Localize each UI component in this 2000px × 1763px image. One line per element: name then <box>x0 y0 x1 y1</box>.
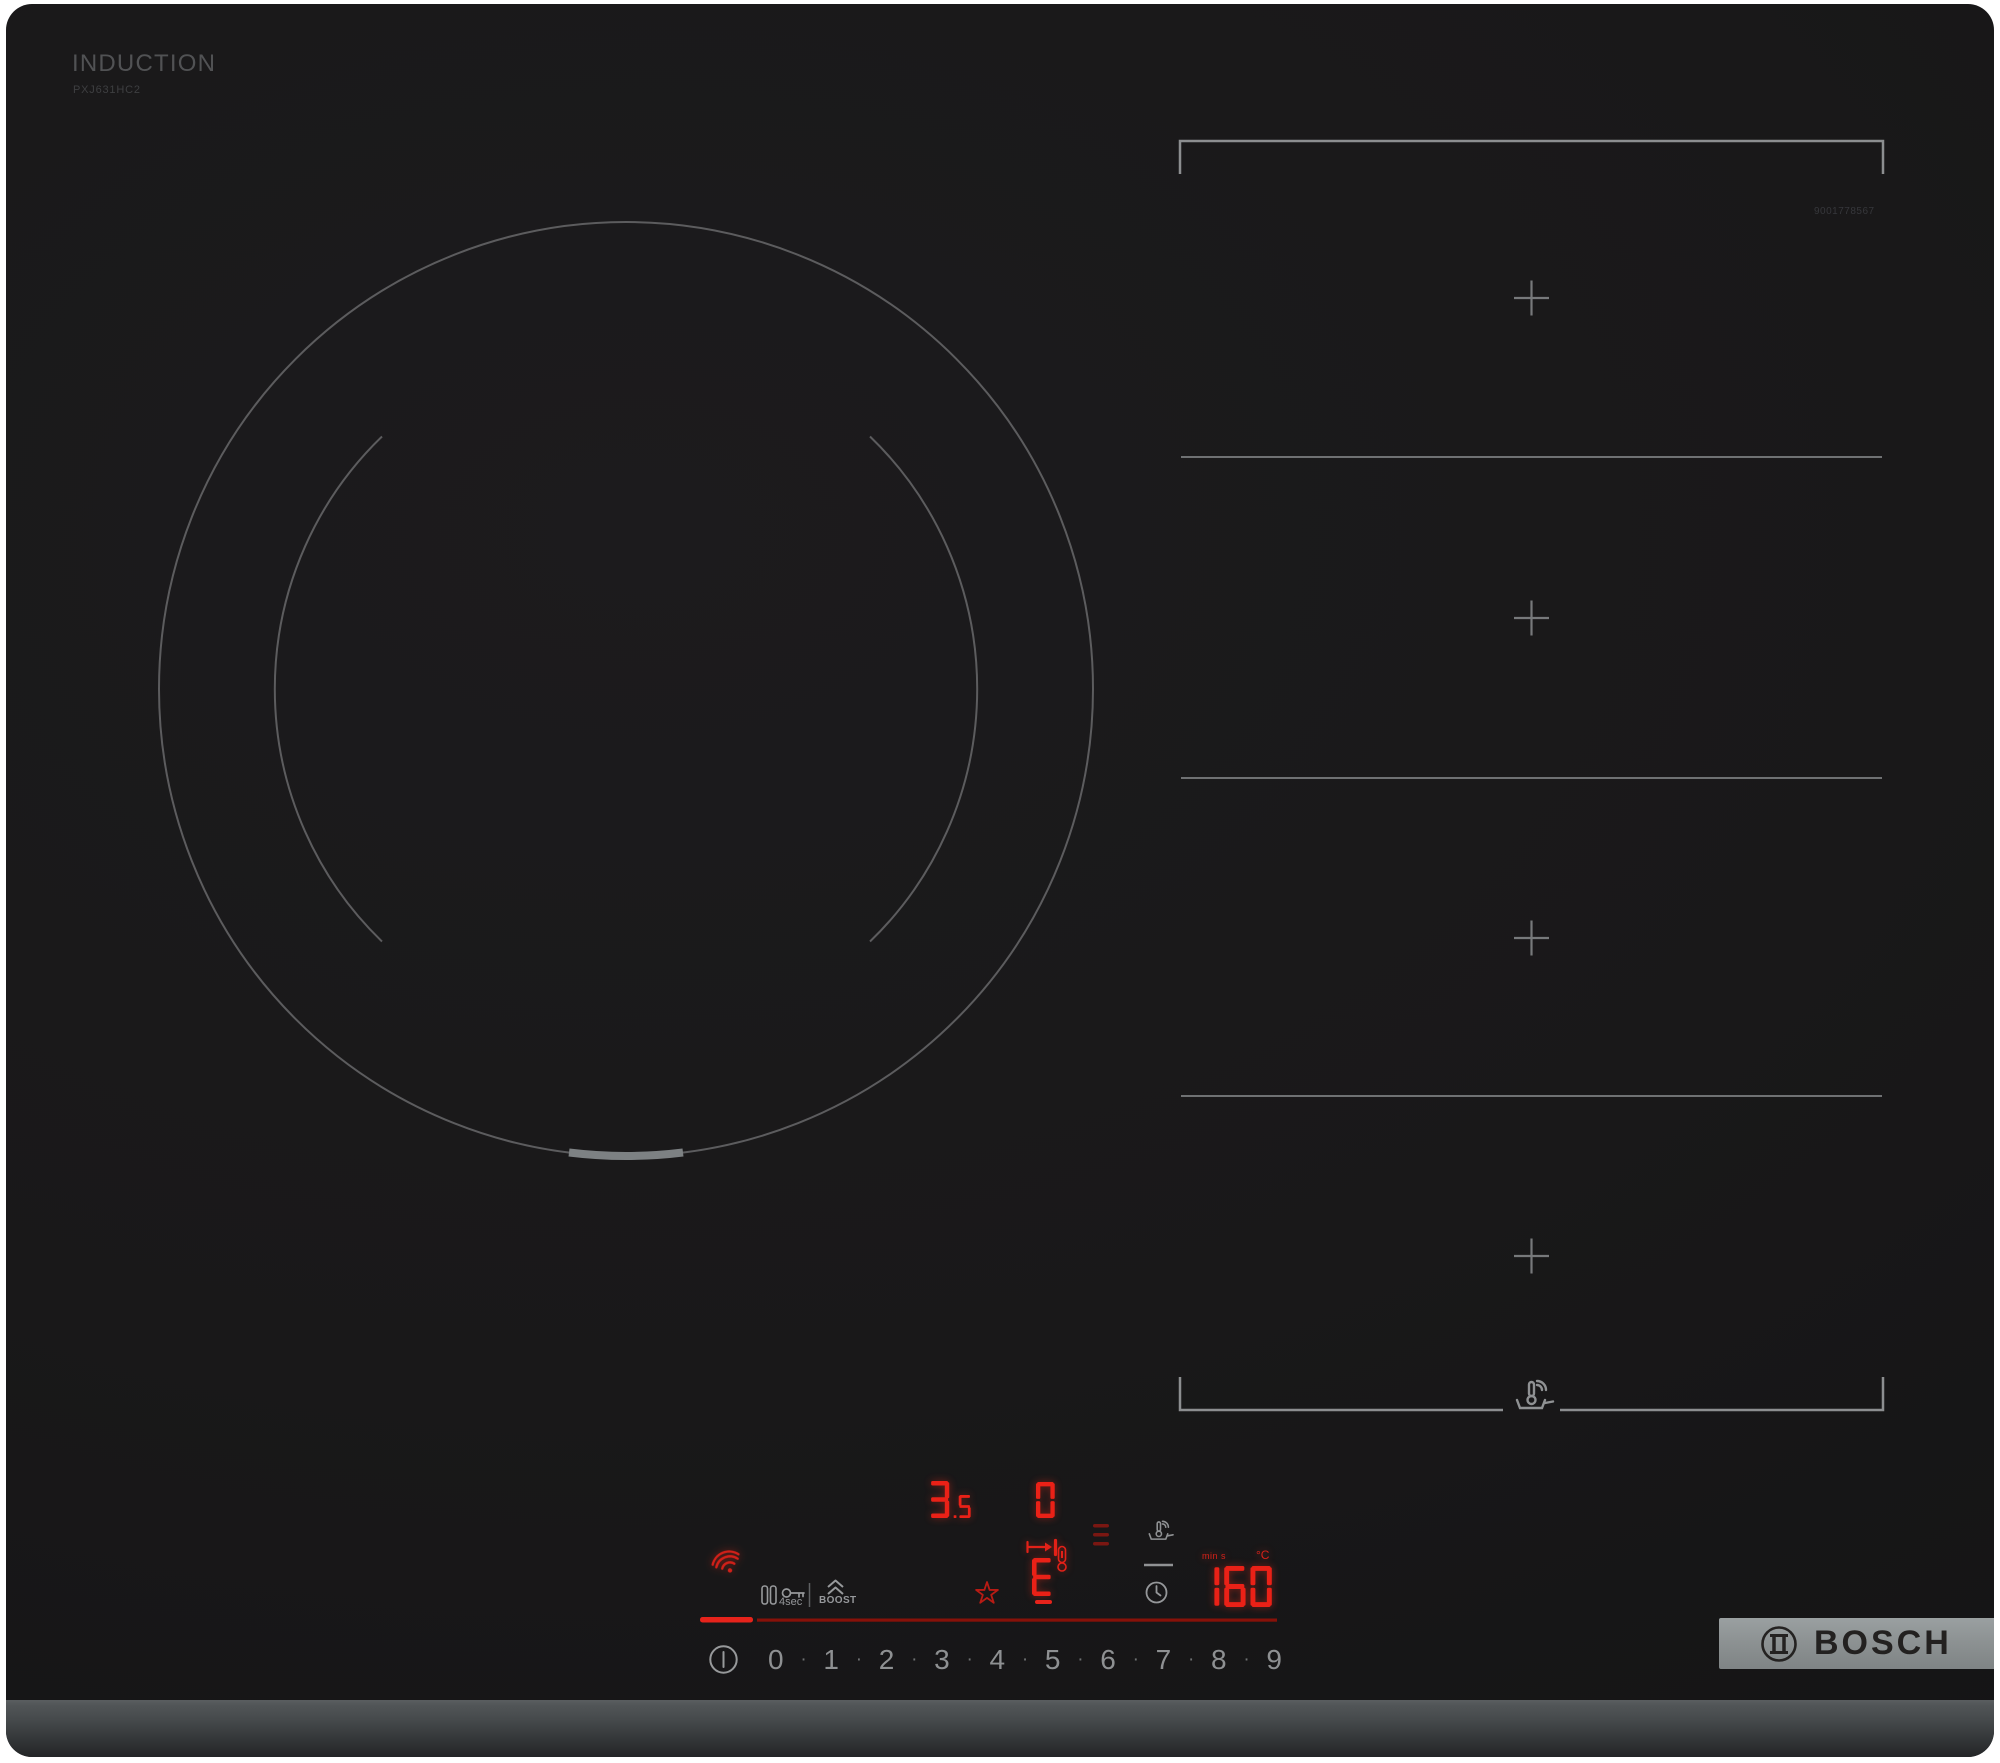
sensor-level-display <box>1032 1558 1057 1601</box>
power-key-9[interactable]: 9 <box>1266 1644 1282 1676</box>
power-key-6[interactable]: 6 <box>1100 1644 1116 1676</box>
power-key-4[interactable]: 4 <box>990 1644 1006 1676</box>
pot-position-marker <box>569 1153 683 1156</box>
scale-dot: · <box>800 1649 806 1671</box>
star-icon[interactable] <box>976 1582 998 1603</box>
scale-dot: · <box>856 1649 862 1671</box>
boost-label[interactable]: BOOST <box>819 1595 857 1606</box>
frying-sensor-key-icon[interactable] <box>1149 1521 1173 1539</box>
left-zone-outer-ring <box>159 222 1093 1156</box>
flex-zone-top-border <box>1180 141 1883 174</box>
scale-dot: · <box>1188 1649 1194 1671</box>
sensor-display-underline <box>1035 1600 1052 1604</box>
product-photo: INDUCTION PXJ631HC2 9001778567 4sec BOOS… <box>0 0 2000 1763</box>
front-trim-bar <box>6 1700 1994 1757</box>
wifi-icon <box>710 1548 744 1578</box>
right-zone-power-display <box>1036 1482 1060 1523</box>
power-key-8[interactable]: 8 <box>1211 1644 1227 1676</box>
left-zone-inner-arc-left <box>275 437 382 942</box>
power-slider-track[interactable] <box>757 1619 1277 1622</box>
pause-icon[interactable] <box>762 1586 776 1604</box>
timer-unit-min-s: min s <box>1202 1551 1226 1561</box>
clock-icon[interactable] <box>1147 1583 1167 1603</box>
power-key-2[interactable]: 2 <box>879 1644 895 1676</box>
scale-dot: · <box>1077 1649 1083 1671</box>
model-label: PXJ631HC2 <box>73 84 141 96</box>
plus-icon <box>1514 601 1549 636</box>
power-key-1[interactable]: 1 <box>823 1644 839 1676</box>
pan-position-arrow-icon <box>1028 1541 1056 1555</box>
bosch-logo-text: BOSCH <box>1814 1624 1952 1663</box>
lock-hold-label: 4sec <box>779 1596 802 1608</box>
left-zone-inner-arc-right <box>870 437 977 942</box>
hob-line-art <box>6 4 1994 1757</box>
power-scale[interactable]: 0 · 1 · 2 · 3 · 4 · 5 · 6 · 7 · 8 · 9 <box>768 1643 1282 1677</box>
scale-dot: · <box>1022 1649 1028 1671</box>
power-icon[interactable] <box>710 1646 736 1672</box>
power-key-5[interactable]: 5 <box>1045 1644 1061 1676</box>
bosch-anchor-logo-icon <box>1759 1624 1799 1664</box>
power-slider-level[interactable] <box>700 1617 753 1623</box>
power-key-0[interactable]: 0 <box>768 1644 784 1676</box>
scale-dot: · <box>1243 1649 1249 1671</box>
plus-icon <box>1514 921 1549 956</box>
plus-icon <box>1514 281 1549 316</box>
power-key-3[interactable]: 3 <box>934 1644 950 1676</box>
scale-dot: · <box>911 1649 917 1671</box>
scale-dot: · <box>1133 1649 1139 1671</box>
residual-heat-dashes-icon <box>1093 1524 1109 1546</box>
left-zone-power-display <box>930 1481 974 1523</box>
boost-chevrons-icon[interactable] <box>828 1581 843 1595</box>
power-key-7[interactable]: 7 <box>1156 1644 1172 1676</box>
thermometer-icon <box>1058 1547 1066 1572</box>
induction-hob: INDUCTION PXJ631HC2 9001778567 4sec BOOS… <box>6 4 1994 1757</box>
scale-dot: · <box>966 1649 972 1671</box>
timer-display <box>1198 1566 1277 1612</box>
bosch-badge: BOSCH <box>1719 1618 1994 1669</box>
frying-sensor-pan-icon <box>1517 1381 1553 1408</box>
series-label: INDUCTION <box>72 50 216 78</box>
plus-icon <box>1514 1239 1549 1274</box>
timer-unit-celsius: °C <box>1256 1548 1269 1562</box>
reference-number: 9001778567 <box>1814 206 1875 217</box>
